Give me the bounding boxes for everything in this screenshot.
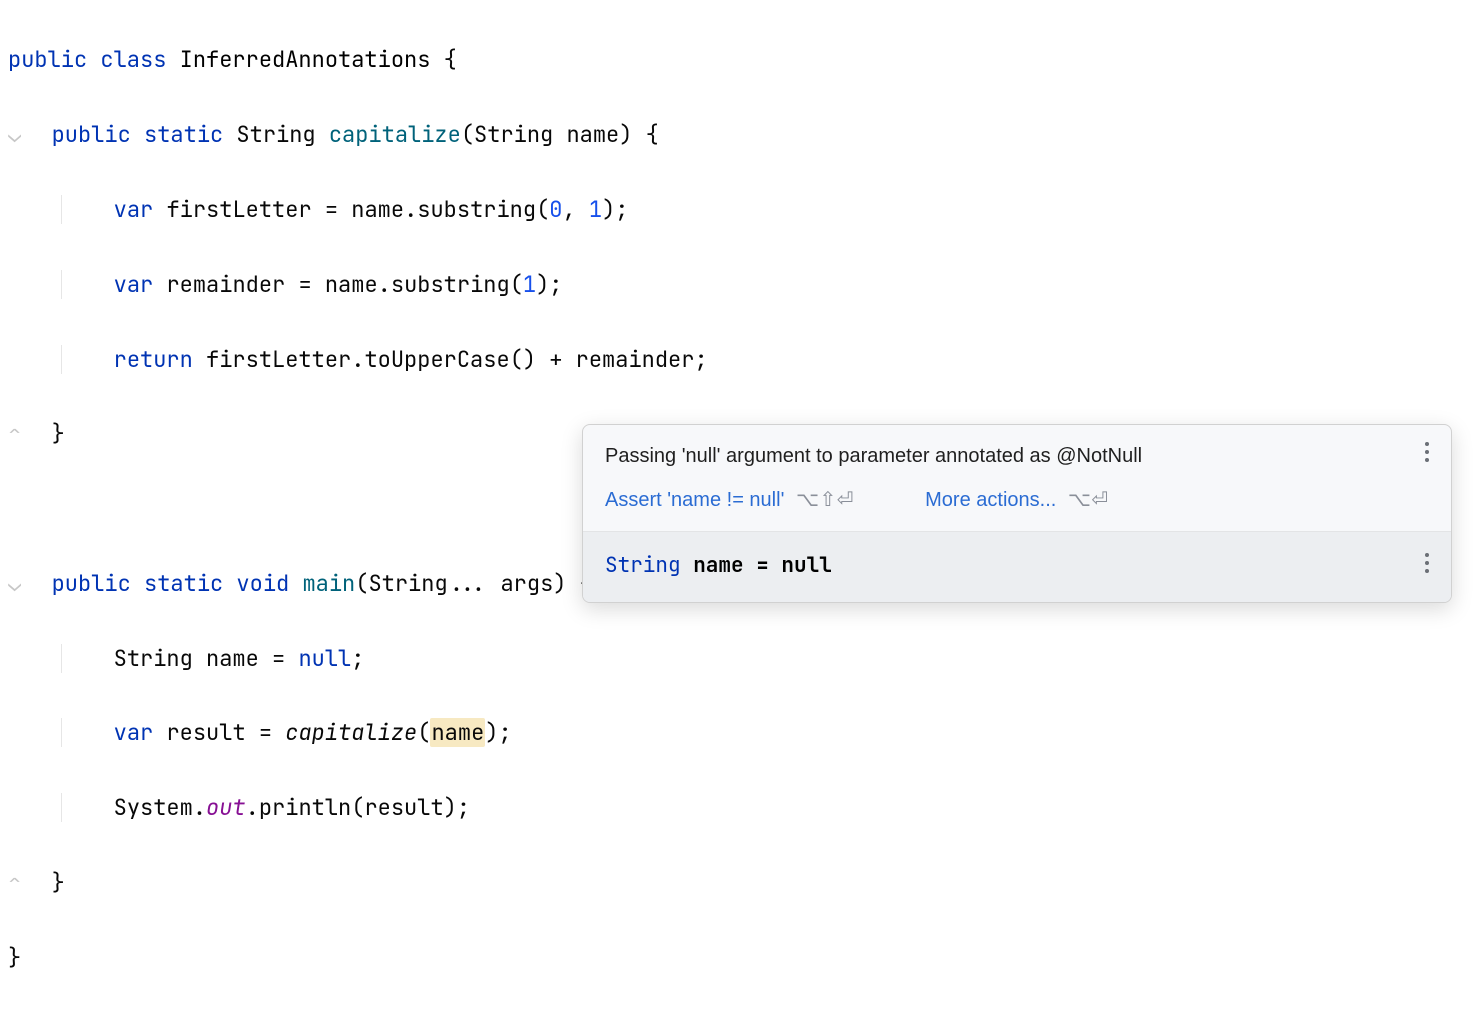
code-line: var result = capitalize(name); <box>8 714 1480 751</box>
code-line: ⌃ } <box>8 864 1480 901</box>
shortcut-hint: ⌥⇧⏎ <box>796 489 854 511</box>
code-line: return firstLetter.toUpperCase() + remai… <box>8 341 1480 378</box>
shortcut-hint: ⌥⏎ <box>1068 489 1109 511</box>
tooltip-actions-row: Assert 'name != null' ⌥⇧⏎ More actions..… <box>605 483 1431 517</box>
preview-type: String <box>605 552 681 579</box>
tooltip-preview-section: String name = null <box>583 532 1451 602</box>
code-line: System.out.println(result); <box>8 789 1480 826</box>
code-line: ⌄ public static String capitalize(String… <box>8 116 1480 153</box>
preview-code: name = null <box>681 552 832 579</box>
assert-not-null-action[interactable]: Assert 'name != null' <box>605 489 784 511</box>
code-line: var remainder = name.substring(1); <box>8 266 1480 303</box>
inspection-message: Passing 'null' argument to parameter ann… <box>605 439 1431 473</box>
code-line: public class InferredAnnotations { <box>8 41 1480 78</box>
more-actions-link[interactable]: More actions... <box>925 489 1056 511</box>
inspection-tooltip: Passing 'null' argument to parameter ann… <box>582 424 1452 603</box>
tooltip-preview-options-icon[interactable] <box>1417 550 1437 576</box>
code-line: String name = null; <box>8 640 1480 677</box>
code-line: } <box>8 939 1480 976</box>
code-line: var firstLetter = name.substring(0, 1); <box>8 191 1480 228</box>
tooltip-main-section: Passing 'null' argument to parameter ann… <box>583 425 1451 532</box>
tooltip-options-icon[interactable] <box>1417 439 1437 465</box>
warning-highlight[interactable]: name <box>430 718 485 747</box>
